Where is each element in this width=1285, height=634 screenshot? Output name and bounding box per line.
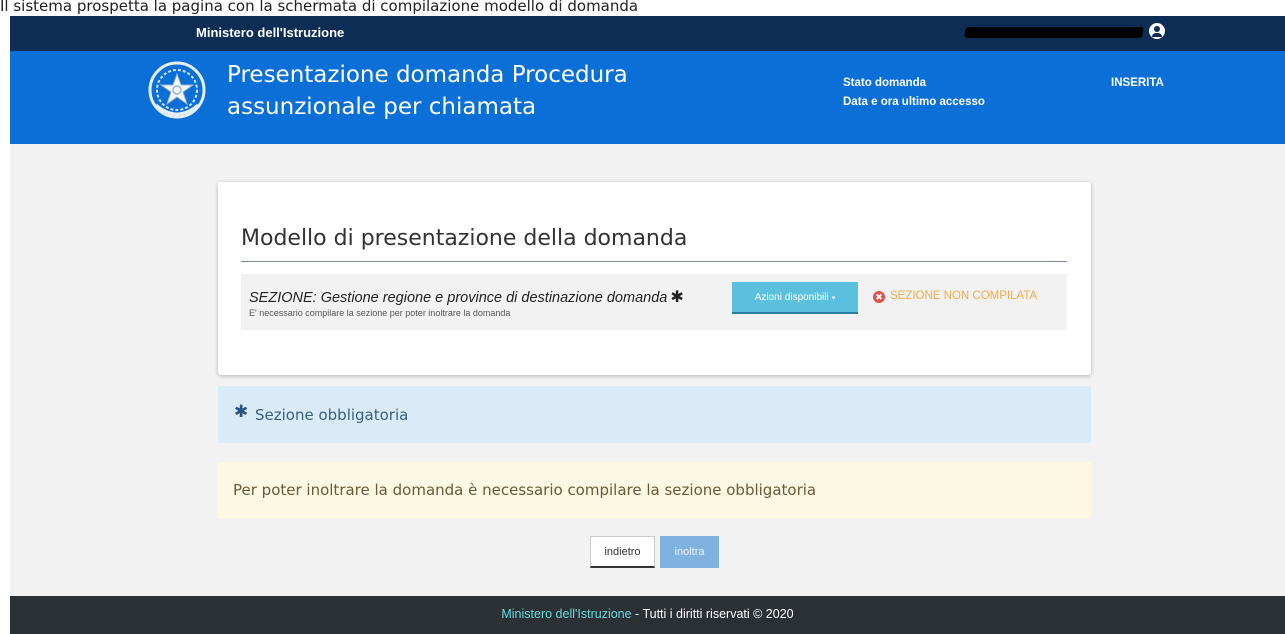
app-title: Presentazione domanda Procedura assunzio… — [227, 62, 628, 120]
send-button[interactable]: inoltra — [660, 536, 719, 568]
status-label: SEZIONE NON COMPILATA — [890, 290, 1038, 302]
footer-text: Ministero dell'Istruzione - Tutti i diri… — [501, 607, 793, 621]
section-row: SEZIONE: Gestione regione e province di … — [241, 274, 1067, 330]
section-title-text: SEZIONE: Gestione regione e province di … — [249, 290, 668, 306]
footer: Ministero dell'Istruzione - Tutti i diri… — [10, 596, 1285, 634]
divider — [241, 261, 1067, 262]
ministry-link[interactable]: Ministero dell'Istruzione — [196, 25, 344, 40]
required-asterisk-icon: ✱ — [670, 289, 684, 306]
footer-copyright: - Tutti i diritti riservati © 2020 — [631, 607, 794, 621]
app-frame: Ministero dell'Istruzione Presentazione … — [10, 16, 1285, 634]
state-value: INSERITA — [1111, 77, 1164, 89]
state-label: Stato domanda — [843, 77, 927, 89]
warning-box: Per poter inoltrare la domanda è necessa… — [218, 462, 1091, 519]
italian-republic-emblem-icon — [148, 61, 206, 119]
card-title: Modello di presentazione della domanda — [241, 226, 688, 251]
section-note: E' necessario compilare la sezione per p… — [249, 308, 511, 318]
required-info-box: ✱ Sezione obbligatoria — [218, 386, 1091, 443]
page-caption: Il sistema prospetta la pagina con la sc… — [0, 0, 639, 15]
back-button[interactable]: indietro — [590, 536, 655, 568]
section-title: SEZIONE: Gestione regione e province di … — [249, 287, 684, 307]
last-access-label: Data e ora ultimo accesso — [843, 96, 985, 108]
available-actions-button[interactable]: Azioni disponibili ▾ — [732, 282, 858, 314]
app-header: Presentazione domanda Procedura assunzio… — [10, 51, 1285, 144]
form-card: Modello di presentazione della domanda S… — [218, 182, 1091, 375]
footer-ministry-link[interactable]: Ministero dell'Istruzione — [501, 607, 631, 621]
user-circle-icon[interactable] — [1149, 23, 1165, 39]
times-circle-icon: ✖ — [873, 291, 885, 303]
required-info-text: Sezione obbligatoria — [255, 406, 409, 424]
status-badge: ✖ SEZIONE NON COMPILATA — [873, 290, 1037, 303]
caret-down-icon: ▾ — [831, 294, 836, 302]
user-name-redacted — [964, 27, 1144, 38]
warning-text: Per poter inoltrare la domanda è necessa… — [233, 481, 817, 499]
asterisk-icon: ✱ — [234, 402, 249, 422]
top-bar: Ministero dell'Istruzione — [10, 16, 1285, 51]
available-actions-label: Azioni disponibili — [754, 291, 829, 303]
